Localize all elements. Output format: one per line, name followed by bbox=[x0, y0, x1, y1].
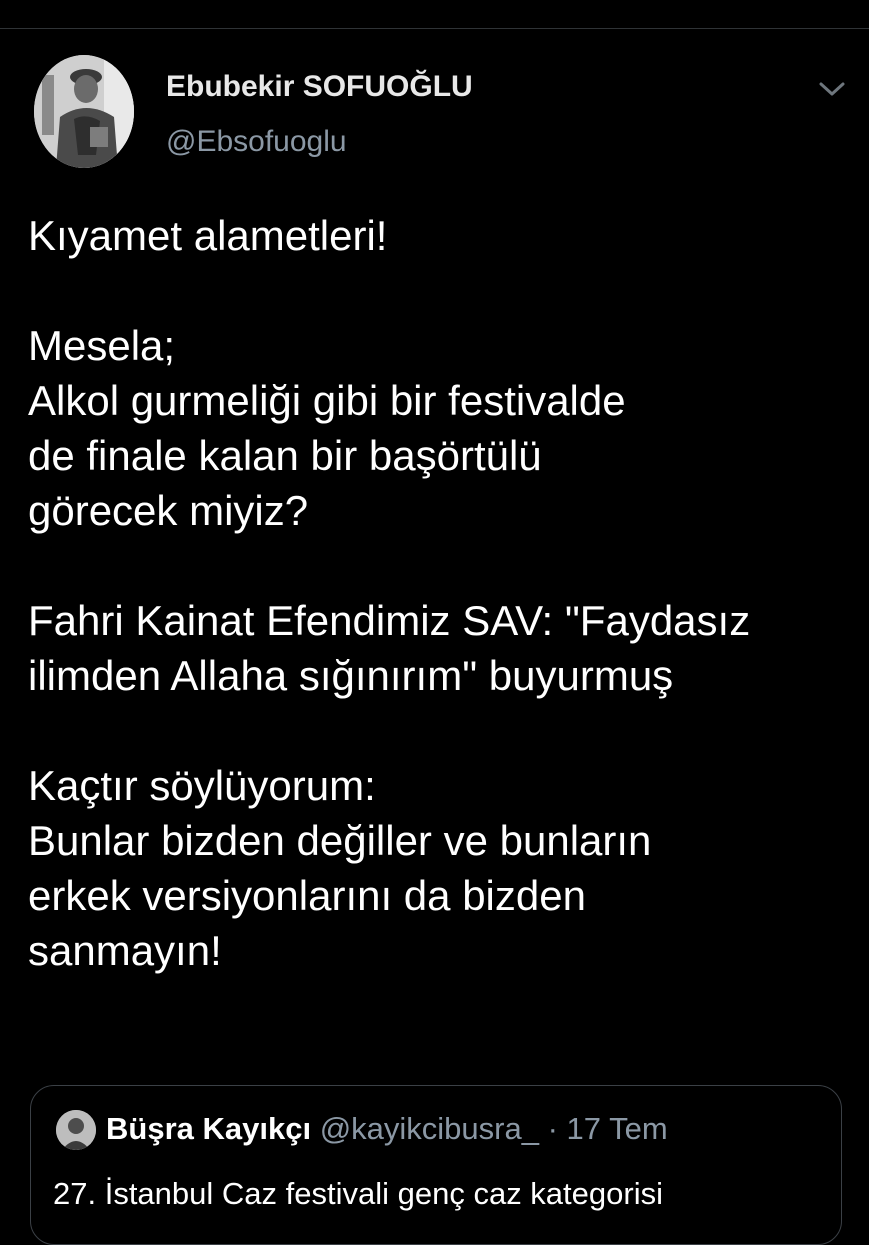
chevron-down-icon[interactable] bbox=[816, 74, 848, 104]
paragraph-break bbox=[28, 703, 858, 758]
tweet-text-line: erkek versiyonlarını da bizden bbox=[28, 872, 586, 919]
quoted-tweet-date[interactable]: 17 Tem bbox=[567, 1111, 668, 1146]
paragraph-break bbox=[28, 263, 858, 318]
tweet-text-line: Bunlar bizden değiller ve bunların bbox=[28, 817, 652, 864]
quoted-author-avatar[interactable] bbox=[56, 1110, 96, 1150]
profile-photo-icon bbox=[56, 1110, 96, 1150]
quoted-tweet-header: Büşra Kayıkçı @kayikcibusra_ · 17 Tem bbox=[106, 1111, 668, 1147]
tweet-text-line: sanmayın! bbox=[28, 927, 222, 974]
quoted-author-handle[interactable]: @kayikcibusra_ bbox=[320, 1111, 539, 1146]
tweet-text-line: de finale kalan bir başörtülü bbox=[28, 432, 542, 479]
tweet-text: Kıyamet alametleri! Mesela; Alkol gurmel… bbox=[28, 208, 858, 978]
quoted-tweet-card[interactable]: Büşra Kayıkçı @kayikcibusra_ · 17 Tem 27… bbox=[30, 1085, 842, 1245]
top-divider bbox=[0, 28, 869, 29]
author-display-name[interactable]: Ebubekir SOFUOĞLU bbox=[166, 70, 473, 104]
quoted-tweet-text: 27. İstanbul Caz festivali genç caz kate… bbox=[53, 1176, 663, 1211]
tweet-text-line: Alkol gurmeliği gibi bir festivalde bbox=[28, 377, 626, 424]
separator-dot: · bbox=[547, 1111, 558, 1146]
author-handle[interactable]: @Ebsofuoglu bbox=[166, 125, 347, 159]
tweet-text-line: Fahri Kainat Efendimiz SAV: "Faydasız bbox=[28, 597, 751, 644]
tweet-text-line: Mesela; bbox=[28, 322, 176, 369]
tweet-text-line: Kıyamet alametleri! bbox=[28, 212, 388, 259]
paragraph-break bbox=[28, 538, 858, 593]
author-avatar[interactable] bbox=[34, 55, 134, 168]
tweet-text-line: Kaçtır söylüyorum: bbox=[28, 762, 376, 809]
quoted-author-name[interactable]: Büşra Kayıkçı bbox=[106, 1111, 311, 1146]
profile-photo-icon bbox=[34, 55, 134, 168]
tweet-text-line: görecek miyiz? bbox=[28, 487, 309, 534]
tweet-text-line: ilimden Allaha sığınırım" buyurmuş bbox=[28, 652, 674, 699]
